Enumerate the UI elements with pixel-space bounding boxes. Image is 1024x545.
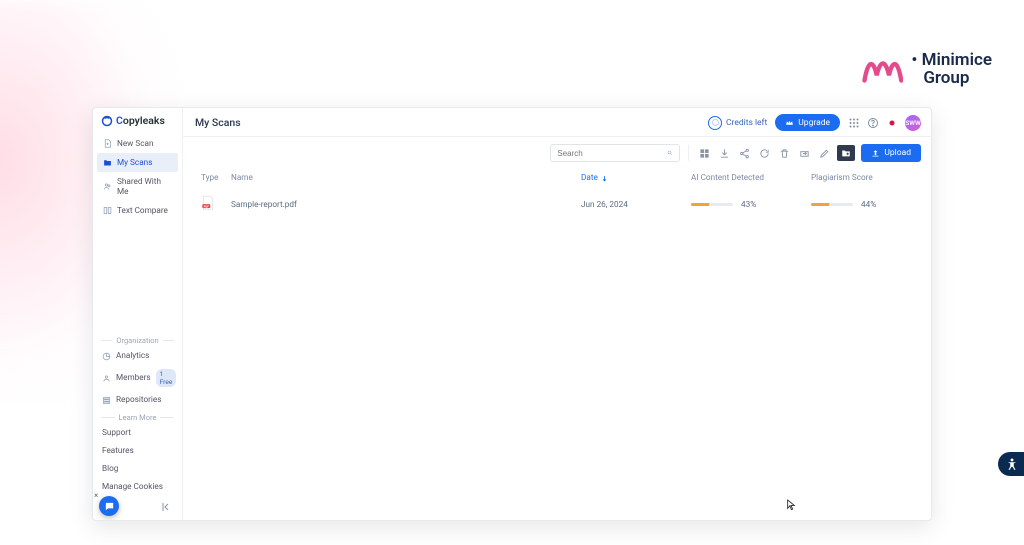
org-members[interactable]: Members 1 Free <box>97 365 178 391</box>
section-organization: Organization <box>93 332 182 347</box>
analytics-icon <box>102 352 111 361</box>
users-icon <box>103 182 112 191</box>
avatar[interactable]: SWW <box>905 115 921 131</box>
sort-desc-icon <box>601 175 608 182</box>
org-analytics[interactable]: Analytics <box>97 347 178 365</box>
repo-icon <box>102 396 111 405</box>
search-input[interactable] <box>557 149 667 158</box>
grid-view-icon[interactable] <box>697 146 711 160</box>
file-plus-icon <box>103 139 112 148</box>
ai-score: 43% <box>691 200 811 210</box>
org-repositories[interactable]: Repositories <box>97 391 178 409</box>
brand-mark-icon <box>101 115 113 127</box>
learn-cookies[interactable]: Manage Cookies <box>97 478 178 496</box>
refresh-icon[interactable] <box>757 146 771 160</box>
watermark-line2: Group <box>923 68 969 88</box>
minimice-mark-icon <box>861 52 903 88</box>
upgrade-button[interactable]: Upgrade <box>775 114 840 131</box>
page-title: My Scans <box>195 116 700 129</box>
watermark-logo: • Minimice Group <box>861 52 992 88</box>
section-learn-more: Learn More <box>93 409 182 424</box>
notifications-icon[interactable] <box>886 117 898 129</box>
scan-table: Type Name Date AI Content Detected Plagi… <box>183 169 931 220</box>
nav-new-scan[interactable]: New Scan <box>97 134 178 153</box>
plag-bar <box>811 203 829 206</box>
nav-label: Text Compare <box>117 206 168 216</box>
col-plag[interactable]: Plagiarism Score <box>811 173 921 183</box>
file-name: Sample-report.pdf <box>231 200 581 210</box>
nav-my-scans[interactable]: My Scans <box>97 153 178 172</box>
file-date: Jun 26, 2024 <box>581 200 691 210</box>
col-name[interactable]: Name <box>231 173 581 183</box>
table-header: Type Name Date AI Content Detected Plagi… <box>201 169 921 189</box>
delete-icon[interactable] <box>777 146 791 160</box>
accessibility-icon <box>1005 457 1019 471</box>
sidebar: Copyleaks New Scan My Scans Shared With … <box>93 108 183 520</box>
accessibility-widget[interactable] <box>998 452 1024 476</box>
topbar: My Scans Credits left Upgrade SWW <box>183 108 931 137</box>
crown-icon <box>785 118 794 127</box>
plag-score: 44% <box>811 200 921 210</box>
download-icon[interactable] <box>717 146 731 160</box>
upload-button[interactable]: Upload <box>861 144 921 162</box>
nav-label: Shared With Me <box>117 177 172 197</box>
chat-launcher[interactable] <box>99 496 119 516</box>
learn-features[interactable]: Features <box>97 442 178 460</box>
svg-text:PDF: PDF <box>204 204 210 208</box>
search-icon <box>667 148 673 158</box>
share-icon[interactable] <box>737 146 751 160</box>
table-row[interactable]: PDF Sample-report.pdf Jun 26, 2024 43% 4… <box>201 189 921 220</box>
search-box[interactable] <box>550 144 680 162</box>
members-free-pill: 1 Free <box>156 369 177 387</box>
nav-list: New Scan My Scans Shared With Me Text Co… <box>93 132 182 222</box>
col-date[interactable]: Date <box>581 173 691 183</box>
col-ai[interactable]: AI Content Detected <box>691 173 811 183</box>
credits-indicator[interactable]: Credits left <box>708 116 767 130</box>
move-icon[interactable] <box>797 146 811 160</box>
main-panel: My Scans Credits left Upgrade SWW <box>183 108 931 520</box>
cursor-icon <box>786 499 796 514</box>
col-type[interactable]: Type <box>201 173 231 183</box>
brand-logo[interactable]: Copyleaks <box>93 108 182 132</box>
apps-grid-icon[interactable] <box>848 117 860 129</box>
credits-ring-icon <box>708 116 722 130</box>
ai-bar <box>691 203 709 206</box>
chat-close[interactable]: × <box>94 491 98 500</box>
nav-label: New Scan <box>117 139 154 149</box>
compare-icon <box>103 206 112 215</box>
nav-label: My Scans <box>117 158 152 168</box>
help-icon[interactable] <box>867 117 879 129</box>
toolbar: Upload <box>183 137 931 169</box>
edit-icon[interactable] <box>817 146 831 160</box>
file-type-cell: PDF <box>201 195 231 214</box>
collapse-sidebar-icon[interactable] <box>160 500 174 514</box>
learn-blog[interactable]: Blog <box>97 460 178 478</box>
new-folder-icon[interactable] <box>837 145 855 161</box>
members-icon <box>102 374 111 383</box>
upload-icon <box>871 149 880 158</box>
app-window: Copyleaks New Scan My Scans Shared With … <box>92 107 932 521</box>
folder-icon <box>103 158 112 167</box>
nav-text-compare[interactable]: Text Compare <box>97 201 178 220</box>
nav-shared[interactable]: Shared With Me <box>97 172 178 201</box>
learn-support[interactable]: Support <box>97 424 178 442</box>
pdf-file-icon: PDF <box>201 195 215 211</box>
